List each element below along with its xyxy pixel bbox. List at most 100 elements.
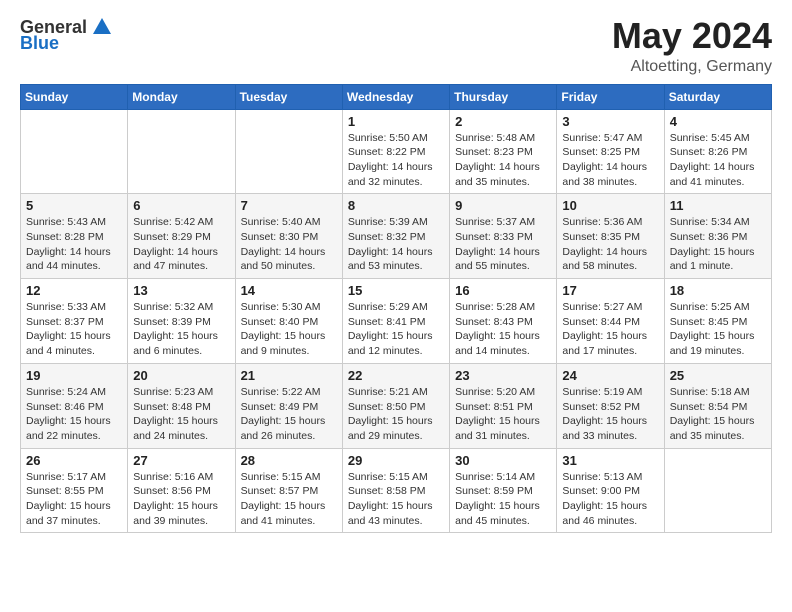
table-row: 2 Sunrise: 5:48 AM Sunset: 8:23 PM Daylig… [450,109,557,194]
table-row: 20 Sunrise: 5:23 AM Sunset: 8:48 PM Dayli… [128,363,235,448]
day-number: 2 [455,114,551,129]
day-info: Sunrise: 5:20 AM Sunset: 8:51 PM Dayligh… [455,385,551,444]
logo-icon [91,16,113,38]
day-info: Sunrise: 5:28 AM Sunset: 8:43 PM Dayligh… [455,300,551,359]
day-number: 19 [26,368,122,383]
day-number: 5 [26,198,122,213]
header-thursday: Thursday [450,84,557,109]
day-number: 17 [562,283,658,298]
day-info: Sunrise: 5:37 AM Sunset: 8:33 PM Dayligh… [455,215,551,274]
days-header-row: Sunday Monday Tuesday Wednesday Thursday… [21,84,772,109]
table-row: 4Sunrise: 5:45 AM Sunset: 8:26 PM Daylig… [664,109,771,194]
day-info: Sunrise: 5:15 AM Sunset: 8:57 PM Dayligh… [241,470,337,529]
table-row: 9 Sunrise: 5:37 AM Sunset: 8:33 PM Daylig… [450,194,557,279]
table-row [128,109,235,194]
header-sunday: Sunday [21,84,128,109]
table-row: 11 Sunrise: 5:34 AM Sunset: 8:36 PM Dayli… [664,194,771,279]
day-info: Sunrise: 5:33 AM Sunset: 8:37 PM Dayligh… [26,300,122,359]
table-row: 27 Sunrise: 5:16 AM Sunset: 8:56 PM Dayli… [128,448,235,533]
day-info: Sunrise: 5:27 AM Sunset: 8:44 PM Dayligh… [562,300,658,359]
calendar-week-row: 26 Sunrise: 5:17 AM Sunset: 8:55 PM Dayli… [21,448,772,533]
header-tuesday: Tuesday [235,84,342,109]
day-info: Sunrise: 5:22 AM Sunset: 8:49 PM Dayligh… [241,385,337,444]
day-info: Sunrise: 5:23 AM Sunset: 8:48 PM Dayligh… [133,385,229,444]
day-info: Sunrise: 5:47 AM Sunset: 8:25 PM Dayligh… [562,131,658,190]
day-info: Sunrise: 5:43 AM Sunset: 8:28 PM Dayligh… [26,215,122,274]
table-row: 6Sunrise: 5:42 AM Sunset: 8:29 PM Daylig… [128,194,235,279]
day-number: 9 [455,198,551,213]
logo-blue-text: Blue [20,34,59,52]
header-wednesday: Wednesday [342,84,449,109]
month-title: May 2024 [612,16,772,56]
day-number: 26 [26,453,122,468]
day-number: 30 [455,453,551,468]
table-row: 29 Sunrise: 5:15 AM Sunset: 8:58 PM Dayli… [342,448,449,533]
day-number: 10 [562,198,658,213]
table-row: 10 Sunrise: 5:36 AM Sunset: 8:35 PM Dayli… [557,194,664,279]
day-number: 12 [26,283,122,298]
table-row: 15Sunrise: 5:29 AM Sunset: 8:41 PM Dayli… [342,279,449,364]
day-number: 7 [241,198,337,213]
day-number: 21 [241,368,337,383]
table-row: 3 Sunrise: 5:47 AM Sunset: 8:25 PM Daylig… [557,109,664,194]
table-row: 24 Sunrise: 5:19 AM Sunset: 8:52 PM Dayli… [557,363,664,448]
table-row: 21 Sunrise: 5:22 AM Sunset: 8:49 PM Dayli… [235,363,342,448]
day-number: 3 [562,114,658,129]
table-row: 25Sunrise: 5:18 AM Sunset: 8:54 PM Dayli… [664,363,771,448]
table-row: 22 Sunrise: 5:21 AM Sunset: 8:50 PM Dayli… [342,363,449,448]
day-number: 8 [348,198,444,213]
day-info: Sunrise: 5:24 AM Sunset: 8:46 PM Dayligh… [26,385,122,444]
day-info: Sunrise: 5:30 AM Sunset: 8:40 PM Dayligh… [241,300,337,359]
table-row: 23 Sunrise: 5:20 AM Sunset: 8:51 PM Dayli… [450,363,557,448]
table-row: 28 Sunrise: 5:15 AM Sunset: 8:57 PM Dayli… [235,448,342,533]
calendar-table: Sunday Monday Tuesday Wednesday Thursday… [20,84,772,534]
day-info: Sunrise: 5:45 AM Sunset: 8:26 PM Dayligh… [670,131,766,190]
day-number: 13 [133,283,229,298]
day-number: 29 [348,453,444,468]
day-info: Sunrise: 5:16 AM Sunset: 8:56 PM Dayligh… [133,470,229,529]
day-number: 27 [133,453,229,468]
day-info: Sunrise: 5:34 AM Sunset: 8:36 PM Dayligh… [670,215,766,274]
day-number: 20 [133,368,229,383]
table-row: 16 Sunrise: 5:28 AM Sunset: 8:43 PM Dayli… [450,279,557,364]
day-number: 22 [348,368,444,383]
table-row: 1Sunrise: 5:50 AM Sunset: 8:22 PM Daylig… [342,109,449,194]
day-number: 16 [455,283,551,298]
table-row: 18Sunrise: 5:25 AM Sunset: 8:45 PM Dayli… [664,279,771,364]
table-row: 26 Sunrise: 5:17 AM Sunset: 8:55 PM Dayli… [21,448,128,533]
table-row: 17 Sunrise: 5:27 AM Sunset: 8:44 PM Dayli… [557,279,664,364]
table-row: 30 Sunrise: 5:14 AM Sunset: 8:59 PM Dayli… [450,448,557,533]
day-info: Sunrise: 5:13 AM Sunset: 9:00 PM Dayligh… [562,470,658,529]
day-number: 18 [670,283,766,298]
day-number: 28 [241,453,337,468]
day-info: Sunrise: 5:40 AM Sunset: 8:30 PM Dayligh… [241,215,337,274]
day-number: 23 [455,368,551,383]
day-info: Sunrise: 5:18 AM Sunset: 8:54 PM Dayligh… [670,385,766,444]
page: General Blue May 2024 Altoetting, German… [0,0,792,612]
location-title: Altoetting, Germany [612,58,772,76]
table-row: 31Sunrise: 5:13 AM Sunset: 9:00 PM Dayli… [557,448,664,533]
logo: General Blue [20,16,113,52]
day-info: Sunrise: 5:17 AM Sunset: 8:55 PM Dayligh… [26,470,122,529]
day-info: Sunrise: 5:21 AM Sunset: 8:50 PM Dayligh… [348,385,444,444]
table-row: 13 Sunrise: 5:32 AM Sunset: 8:39 PM Dayli… [128,279,235,364]
header-friday: Friday [557,84,664,109]
day-info: Sunrise: 5:29 AM Sunset: 8:41 PM Dayligh… [348,300,444,359]
calendar-week-row: 12 Sunrise: 5:33 AM Sunset: 8:37 PM Dayli… [21,279,772,364]
day-info: Sunrise: 5:14 AM Sunset: 8:59 PM Dayligh… [455,470,551,529]
day-info: Sunrise: 5:36 AM Sunset: 8:35 PM Dayligh… [562,215,658,274]
day-info: Sunrise: 5:15 AM Sunset: 8:58 PM Dayligh… [348,470,444,529]
day-info: Sunrise: 5:32 AM Sunset: 8:39 PM Dayligh… [133,300,229,359]
title-block: May 2024 Altoetting, Germany [612,16,772,76]
header-monday: Monday [128,84,235,109]
day-number: 24 [562,368,658,383]
table-row: 12 Sunrise: 5:33 AM Sunset: 8:37 PM Dayli… [21,279,128,364]
calendar-week-row: 1Sunrise: 5:50 AM Sunset: 8:22 PM Daylig… [21,109,772,194]
day-info: Sunrise: 5:39 AM Sunset: 8:32 PM Dayligh… [348,215,444,274]
day-number: 6 [133,198,229,213]
day-info: Sunrise: 5:19 AM Sunset: 8:52 PM Dayligh… [562,385,658,444]
header: General Blue May 2024 Altoetting, German… [20,16,772,76]
day-info: Sunrise: 5:48 AM Sunset: 8:23 PM Dayligh… [455,131,551,190]
table-row [235,109,342,194]
day-number: 11 [670,198,766,213]
